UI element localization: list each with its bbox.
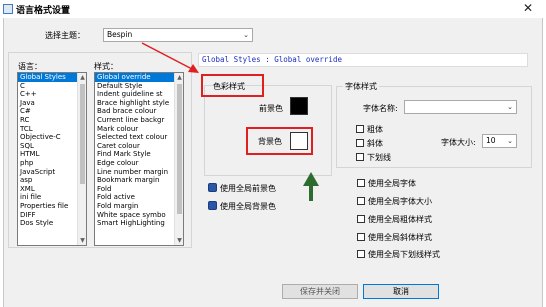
annotation-arrows	[141, 42, 319, 201]
green-arrow-icon	[303, 172, 319, 201]
red-arrow-icon	[141, 42, 199, 73]
